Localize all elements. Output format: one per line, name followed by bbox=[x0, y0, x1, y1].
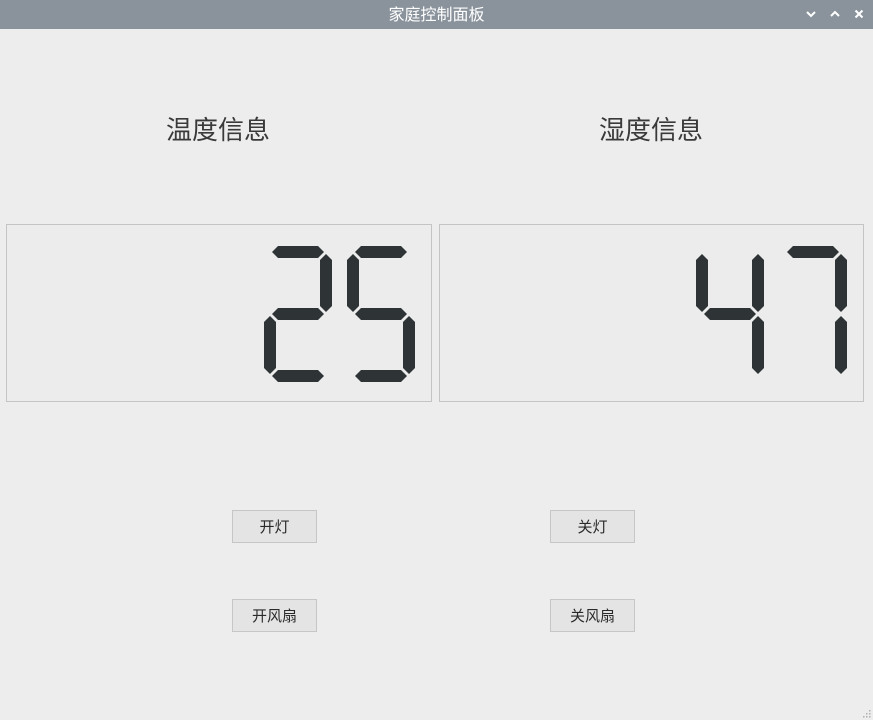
light-off-button[interactable]: 关灯 bbox=[550, 510, 635, 543]
lcd-segment-b bbox=[320, 254, 332, 312]
resize-grip-icon[interactable] bbox=[861, 708, 871, 718]
lcd-segment-c bbox=[835, 316, 847, 374]
lcd-segment-f bbox=[347, 254, 359, 312]
lcd-segment-g bbox=[704, 308, 756, 320]
lcd-segment-c bbox=[403, 316, 415, 374]
minimize-icon[interactable] bbox=[799, 0, 823, 29]
lcd-segment-d bbox=[355, 370, 407, 382]
temperature-heading: 温度信息 bbox=[165, 116, 270, 146]
lcd-segment-c bbox=[752, 316, 764, 374]
lcd-segment-d bbox=[272, 370, 324, 382]
humidity-lcd-display bbox=[439, 224, 864, 402]
lcd-segment-g bbox=[272, 308, 324, 320]
temperature-lcd-display bbox=[6, 224, 432, 402]
humidity-lcd-digits bbox=[696, 246, 847, 374]
lcd-segment-g bbox=[355, 308, 407, 320]
lcd-segment-a bbox=[272, 246, 324, 258]
window-title: 家庭控制面板 bbox=[388, 5, 485, 24]
lcd-segment-b bbox=[835, 254, 847, 312]
lcd-segment-a bbox=[355, 246, 407, 258]
lcd-segment-a bbox=[787, 246, 839, 258]
temperature-lcd-digits bbox=[264, 246, 415, 382]
maximize-icon[interactable] bbox=[823, 0, 847, 29]
humidity-heading: 湿度信息 bbox=[598, 116, 703, 146]
close-icon[interactable] bbox=[847, 0, 871, 29]
fan-on-button[interactable]: 开风扇 bbox=[232, 599, 317, 632]
light-on-button[interactable]: 开灯 bbox=[232, 510, 317, 543]
lcd-segment-e bbox=[264, 316, 276, 374]
lcd-segment-f bbox=[696, 254, 708, 312]
fan-off-button[interactable]: 关风扇 bbox=[550, 599, 635, 632]
title-bar: 家庭控制面板 bbox=[0, 0, 873, 29]
lcd-segment-b bbox=[752, 254, 764, 312]
